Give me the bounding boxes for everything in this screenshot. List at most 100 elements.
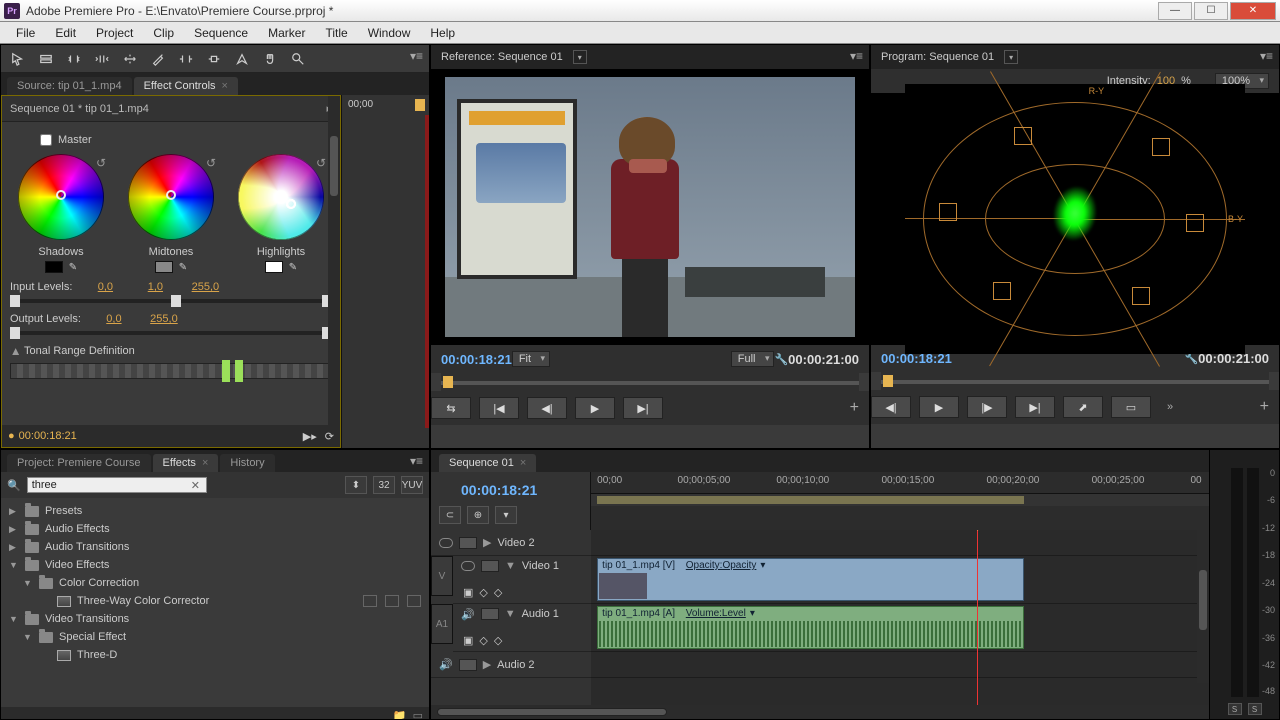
rolling-edit-tool-icon[interactable] <box>91 48 113 70</box>
toggle-sync-lock-icon[interactable] <box>481 560 499 572</box>
tab-effect-controls[interactable]: Effect Controls× <box>134 77 238 95</box>
ec-vertical-scrollbar[interactable] <box>328 96 340 425</box>
midtones-swatch[interactable] <box>155 261 173 273</box>
ec-loop-icon[interactable]: ⟳ <box>325 430 334 443</box>
tonal-range-strip[interactable] <box>10 363 332 379</box>
track-header-video1[interactable]: ▼ Video 1 ▣ ◇ ◇ <box>453 556 591 604</box>
razor-tool-icon[interactable] <box>147 48 169 70</box>
tab-history[interactable]: History <box>220 454 274 472</box>
timeline-playhead[interactable] <box>977 530 978 705</box>
timeline-track-area[interactable]: tip 01_1.mp4 [V] Opacity:Opacity▾ tip 01… <box>591 530 1209 705</box>
tree-special-effect[interactable]: ▼Special Effect <box>1 628 429 646</box>
menu-window[interactable]: Window <box>358 24 421 42</box>
tree-audio-effects[interactable]: ▶Audio Effects <box>1 520 429 538</box>
add-button-icon[interactable]: + <box>850 399 859 417</box>
ec-play-icon[interactable]: ▶▸ <box>303 430 317 443</box>
reference-dropdown-icon[interactable]: ▾ <box>573 50 587 64</box>
extract-button[interactable]: ▭ <box>1111 396 1151 418</box>
menu-edit[interactable]: Edit <box>45 24 86 42</box>
go-to-out-button[interactable]: ▶| <box>623 397 663 419</box>
panel-menu-icon[interactable]: ▾≡ <box>1260 49 1273 63</box>
tab-effects[interactable]: Effects× <box>153 454 219 472</box>
shadows-reset-icon[interactable]: ↺ <box>96 156 106 170</box>
tab-close-icon[interactable]: × <box>202 457 208 469</box>
wrench-icon[interactable]: 🔧 <box>774 353 788 366</box>
pen-tool-icon[interactable] <box>231 48 253 70</box>
track-header-audio1[interactable]: 🔊 ▼ Audio 1 ▣ ◇ ◇ <box>453 604 591 652</box>
reference-timecode-left[interactable]: 00:00:18:21 <box>441 352 512 367</box>
32bit-button[interactable]: 32 <box>373 476 395 494</box>
menu-sequence[interactable]: Sequence <box>184 24 258 42</box>
timeline-ruler[interactable]: 00;00 00;00;05;00 00;00;10;00 00;00;15;0… <box>591 472 1209 494</box>
program-dropdown-icon[interactable]: ▾ <box>1004 50 1018 64</box>
effects-search-input[interactable] <box>27 477 207 493</box>
toggle-track-output-icon[interactable] <box>461 561 475 571</box>
input-level-white[interactable]: 255,0 <box>188 281 222 293</box>
slip-tool-icon[interactable] <box>175 48 197 70</box>
clip-audio1[interactable]: tip 01_1.mp4 [A] Volume:Level▾ <box>597 606 1023 649</box>
clip-fx[interactable]: Volume:Level <box>686 608 746 619</box>
input-level-black[interactable]: 0,0 <box>88 281 122 293</box>
window-close-button[interactable]: ✕ <box>1230 2 1276 20</box>
step-forward-button[interactable]: |▶ <box>967 396 1007 418</box>
toggle-sync-lock-icon[interactable] <box>481 608 499 620</box>
delete-icon[interactable]: ▭ <box>413 709 423 720</box>
target-v[interactable]: V <box>431 556 453 596</box>
clip-video1[interactable]: tip 01_1.mp4 [V] Opacity:Opacity▾ <box>597 558 1023 601</box>
ec-footer-timecode[interactable]: 00:00:18:21 <box>19 430 77 442</box>
shadows-swatch[interactable] <box>45 261 63 273</box>
timeline-vertical-scrollbar[interactable] <box>1197 530 1209 683</box>
window-minimize-button[interactable]: — <box>1158 2 1192 20</box>
tree-video-effects[interactable]: ▼Video Effects <box>1 556 429 574</box>
set-display-style-icon[interactable]: ▣ <box>463 634 473 647</box>
add-button-icon[interactable]: + <box>1260 398 1269 416</box>
set-display-style-icon[interactable]: ▣ <box>463 586 473 599</box>
tree-video-transitions[interactable]: ▼Video Transitions <box>1 610 429 628</box>
master-checkbox[interactable] <box>40 134 52 146</box>
more-buttons-icon[interactable]: » <box>1167 401 1173 413</box>
mute-icon[interactable]: 🔊 <box>439 658 453 671</box>
toggle-sync-lock-icon[interactable] <box>459 659 477 671</box>
highlights-eyedropper-icon[interactable]: ✎ <box>289 262 297 273</box>
go-to-in-button[interactable]: |◀ <box>479 397 519 419</box>
tab-project[interactable]: Project: Premiere Course <box>7 454 151 472</box>
tree-color-correction[interactable]: ▼Color Correction <box>1 574 429 592</box>
hand-tool-icon[interactable] <box>259 48 281 70</box>
keyframe-nav-icon[interactable]: ◇ <box>494 586 502 599</box>
go-to-out-button[interactable]: ▶| <box>1015 396 1055 418</box>
panel-menu-icon[interactable]: ▾≡ <box>410 454 423 468</box>
menu-help[interactable]: Help <box>420 24 465 42</box>
lift-button[interactable]: ⬈ <box>1063 396 1103 418</box>
highlights-reset-icon[interactable]: ↺ <box>316 156 326 170</box>
menu-marker[interactable]: Marker <box>258 24 315 42</box>
clear-search-icon[interactable]: ✕ <box>191 479 200 492</box>
gang-button[interactable]: ⇆ <box>431 397 471 419</box>
highlights-swatch[interactable] <box>265 261 283 273</box>
reference-viewport[interactable] <box>431 69 869 345</box>
toggle-sync-lock-icon[interactable] <box>459 537 477 549</box>
new-bin-icon[interactable]: 📁 <box>393 709 407 720</box>
highlights-wheel[interactable] <box>238 154 324 240</box>
program-scrubber[interactable] <box>881 372 1269 390</box>
step-back-button[interactable]: ◀| <box>527 397 567 419</box>
show-keyframes-icon[interactable]: ◇ <box>479 586 487 599</box>
timeline-horizontal-scrollbar[interactable] <box>431 705 1209 719</box>
ec-mini-playhead-icon[interactable] <box>415 99 425 111</box>
menu-clip[interactable]: Clip <box>143 24 184 42</box>
show-keyframes-icon[interactable]: ◇ <box>479 634 487 647</box>
output-levels-slider[interactable] <box>10 331 332 335</box>
reference-fit-dropdown[interactable]: Fit <box>512 351 550 367</box>
marker-button[interactable]: ▾ <box>495 506 517 524</box>
tree-audio-transitions[interactable]: ▶Audio Transitions <box>1 538 429 556</box>
ripple-edit-tool-icon[interactable] <box>63 48 85 70</box>
panel-menu-icon[interactable]: ▾≡ <box>410 49 423 63</box>
tab-sequence-01[interactable]: Sequence 01× <box>439 454 536 472</box>
yuv-button[interactable]: YUV <box>401 476 423 494</box>
linked-selection-button[interactable]: ⊕ <box>467 506 489 524</box>
menu-project[interactable]: Project <box>86 24 143 42</box>
track-header-video2[interactable]: ▶ Video 2 <box>431 530 591 556</box>
accelerated-fx-button[interactable]: ⬍ <box>345 476 367 494</box>
selection-tool-icon[interactable] <box>7 48 29 70</box>
tab-source[interactable]: Source: tip 01_1.mp4 <box>7 77 132 95</box>
target-a1[interactable]: A1 <box>431 604 453 644</box>
